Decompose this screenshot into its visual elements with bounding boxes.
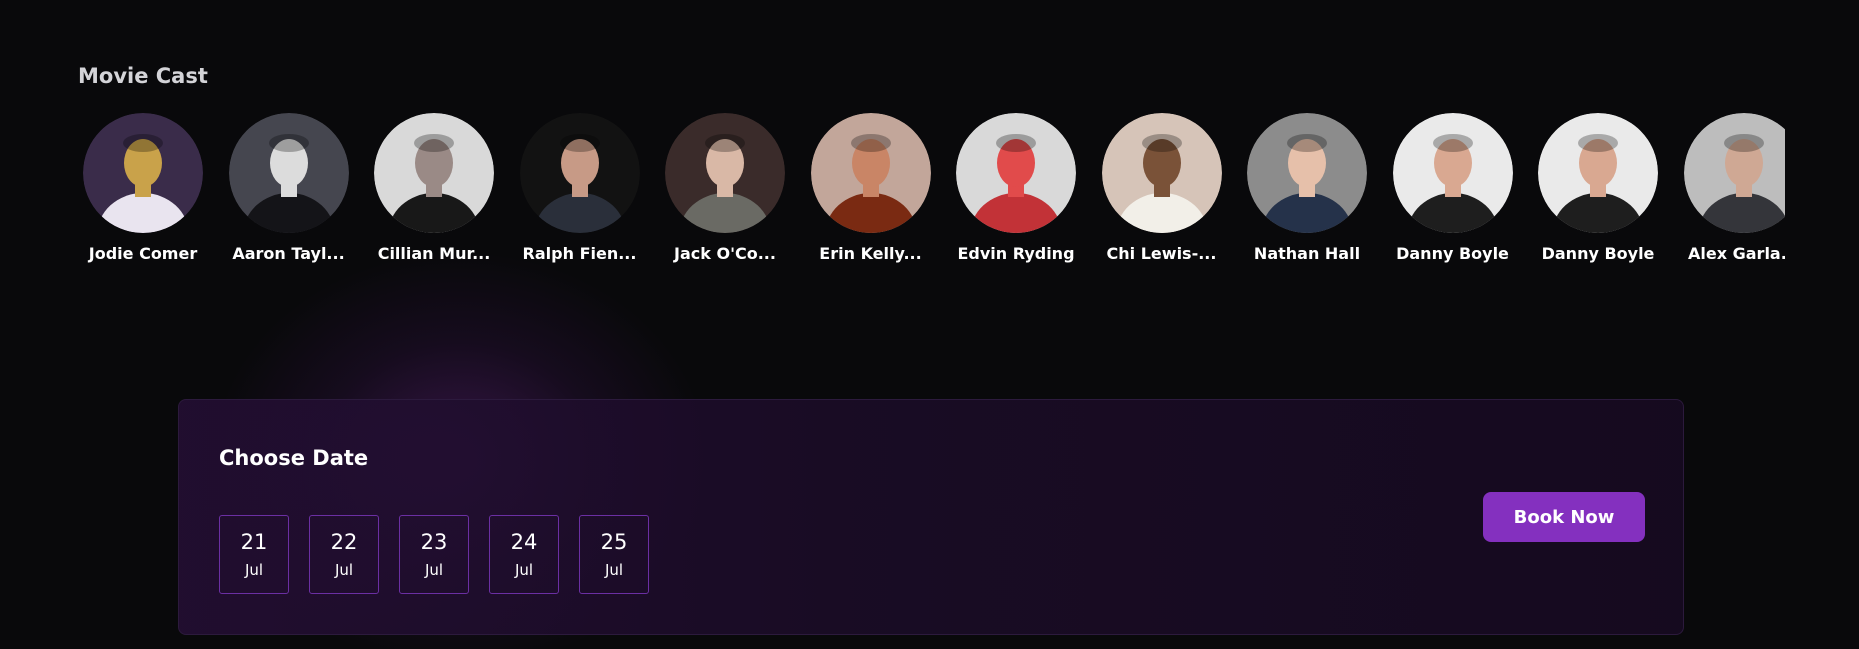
cast-name: Alex Garla... xyxy=(1688,244,1785,263)
cast-member[interactable]: Cillian Mur... xyxy=(373,113,495,263)
cast-name: Chi Lewis-... xyxy=(1106,244,1217,263)
cast-photo xyxy=(519,113,640,233)
cast-photo xyxy=(1538,113,1658,233)
cast-photo xyxy=(1392,113,1513,233)
date-option[interactable]: 22 Jul xyxy=(309,515,379,594)
date-month: Jul xyxy=(334,561,354,579)
cast-member[interactable]: Nathan Hall xyxy=(1246,113,1368,263)
date-month: Jul xyxy=(514,561,534,579)
cast-name: Cillian Mur... xyxy=(377,244,491,263)
cast-photo xyxy=(1101,113,1222,233)
cast-member[interactable]: Edvin Ryding xyxy=(955,113,1077,263)
cast-photo xyxy=(1247,113,1367,233)
cast-member[interactable]: Alex Garla... xyxy=(1683,113,1785,263)
cast-name: Erin Kelly... xyxy=(819,244,922,263)
movie-details-page: Movie Cast Jodie Comer Aaron Tayl... Cilli… xyxy=(0,0,1859,649)
cast-photo xyxy=(83,113,203,233)
cast-name: Nathan Hall xyxy=(1253,244,1361,263)
cast-member[interactable]: Aaron Tayl... xyxy=(228,113,350,263)
cast-member[interactable]: Chi Lewis-... xyxy=(1101,113,1223,263)
date-month: Jul xyxy=(604,561,624,579)
cast-photo xyxy=(956,113,1076,233)
cast-member[interactable]: Jodie Comer xyxy=(82,113,204,263)
date-option[interactable]: 21 Jul xyxy=(219,515,289,594)
book-now-button[interactable]: Book Now xyxy=(1483,492,1645,542)
cast-photo xyxy=(228,113,349,233)
date-day: 22 xyxy=(330,530,358,554)
cast-member[interactable]: Danny Boyle xyxy=(1537,113,1659,263)
cast-name: Ralph Fien... xyxy=(522,244,637,263)
date-day: 25 xyxy=(600,530,628,554)
cast-name: Edvin Ryding xyxy=(957,244,1075,263)
cast-member[interactable]: Jack O'Co... xyxy=(664,113,786,263)
cast-name: Danny Boyle xyxy=(1396,244,1509,263)
cast-name: Danny Boyle xyxy=(1541,244,1655,263)
movie-cast-heading: Movie Cast xyxy=(78,64,208,88)
date-option[interactable]: 23 Jul xyxy=(399,515,469,594)
date-option[interactable]: 24 Jul xyxy=(489,515,559,594)
cast-photo xyxy=(374,113,494,233)
cast-member[interactable]: Erin Kelly... xyxy=(810,113,932,263)
date-option[interactable]: 25 Jul xyxy=(579,515,649,594)
date-day: 23 xyxy=(420,530,448,554)
cast-name: Aaron Tayl... xyxy=(232,244,345,263)
cast-name: Jodie Comer xyxy=(88,244,198,263)
cast-member[interactable]: Danny Boyle xyxy=(1392,113,1514,263)
choose-date-heading: Choose Date xyxy=(219,446,369,470)
cast-list[interactable]: Jodie Comer Aaron Tayl... Cillian Mur... Ra… xyxy=(82,113,1785,273)
date-day: 24 xyxy=(510,530,538,554)
date-month: Jul xyxy=(424,561,444,579)
cast-photo xyxy=(665,113,785,233)
date-month: Jul xyxy=(244,561,264,579)
choose-date-panel: Choose Date 21 Jul 22 Jul 23 Jul 24 Jul 25 Jul Bo… xyxy=(178,399,1684,635)
cast-member[interactable]: Ralph Fien... xyxy=(519,113,641,263)
date-day: 21 xyxy=(240,530,268,554)
cast-photo xyxy=(810,113,931,233)
cast-photo xyxy=(1683,113,1785,233)
cast-name: Jack O'Co... xyxy=(674,244,776,263)
